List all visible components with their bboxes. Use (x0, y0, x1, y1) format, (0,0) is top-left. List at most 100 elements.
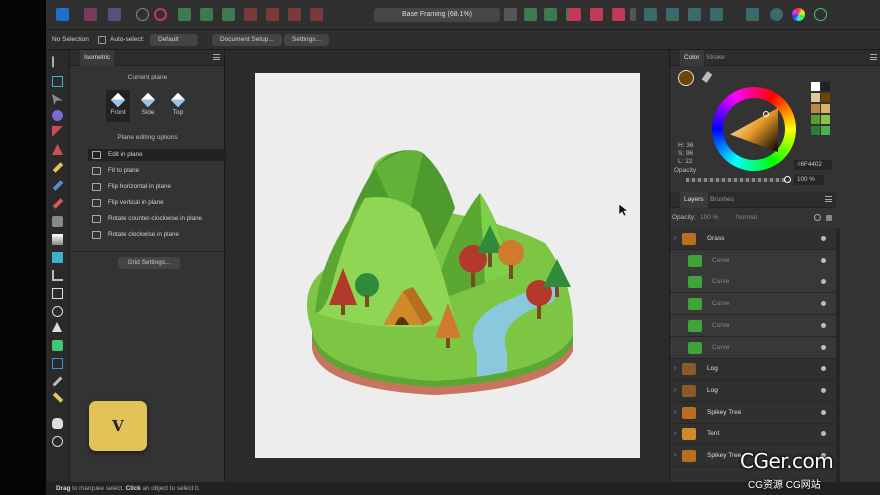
fit-to-plane-option[interactable]: Fit to plane (88, 165, 226, 177)
image-tool-icon[interactable] (52, 252, 63, 263)
artboard-tool-icon[interactable] (52, 76, 63, 87)
visibility-toggle-icon[interactable] (821, 344, 826, 350)
boolean-icon[interactable] (244, 8, 257, 21)
star-icon[interactable] (504, 8, 517, 21)
distribute-icon[interactable] (200, 8, 213, 21)
transparency-tool-icon[interactable] (52, 216, 63, 227)
snap-icon[interactable] (154, 8, 167, 21)
visibility-toggle-icon[interactable] (821, 409, 826, 415)
eyedropper-tool-icon[interactable] (52, 376, 63, 387)
color-picker-handle[interactable] (763, 111, 769, 117)
opacity-slider[interactable] (686, 178, 786, 182)
vector-brush-icon[interactable] (52, 180, 64, 191)
front-icon[interactable] (710, 8, 723, 21)
grid-settings-button[interactable]: Grid Settings... (118, 257, 180, 269)
visibility-toggle-icon[interactable] (821, 322, 826, 328)
chevron-right-icon[interactable]: › (674, 358, 676, 380)
gradient-tool-icon[interactable] (52, 234, 63, 245)
rectangle-tool-icon[interactable] (52, 288, 63, 299)
isolate-icon[interactable] (524, 8, 537, 21)
layer-row[interactable]: › Log (670, 358, 836, 381)
opacity-value-field[interactable]: 100 % (794, 175, 824, 185)
move-tool-icon[interactable] (52, 55, 63, 72)
layer-row[interactable]: › Spikey Tree (670, 402, 836, 424)
intersect-icon[interactable] (288, 8, 301, 21)
divide-icon[interactable] (310, 8, 323, 21)
tab-layers[interactable]: Layers (680, 192, 708, 208)
chevron-right-icon[interactable]: › (674, 445, 676, 467)
gear-icon[interactable] (136, 8, 149, 21)
flip-vertical-option[interactable]: Flip vertical in plane (88, 197, 226, 209)
layer-settings-gear-icon[interactable] (814, 214, 821, 221)
tab-stroke[interactable]: Stroke (702, 50, 729, 66)
triangle-tool-icon[interactable] (52, 322, 62, 332)
layer-row[interactable]: Curve (670, 249, 836, 272)
eyedropper-icon[interactable] (701, 71, 713, 83)
layer-opacity-value[interactable]: 100 % (700, 214, 718, 221)
arrange-icon[interactable] (222, 8, 235, 21)
visibility-toggle-icon[interactable] (821, 431, 826, 437)
document-title[interactable]: Base Framing (68.1%) (374, 8, 500, 22)
edit-in-plane-option[interactable]: Edit in plane (88, 149, 226, 161)
crop-tool-icon[interactable] (52, 270, 63, 281)
back-icon[interactable] (688, 8, 701, 21)
layer-row[interactable]: › Tent (670, 423, 836, 446)
layer-row[interactable]: Curve (670, 314, 836, 337)
layer-row[interactable]: Curve (670, 293, 836, 316)
settings-button[interactable]: Settings... (284, 34, 329, 46)
visibility-toggle-icon[interactable] (821, 257, 826, 263)
app-logo-icon[interactable] (56, 8, 69, 21)
plane-front-button[interactable]: Front (106, 90, 130, 122)
corner-tool-icon[interactable] (52, 126, 63, 137)
opacity-slider-handle[interactable] (784, 176, 791, 183)
lock-icon[interactable] (826, 215, 832, 221)
color-swatch[interactable] (821, 126, 830, 135)
export-persona-icon[interactable] (108, 8, 121, 21)
pencil-tool-icon[interactable] (52, 162, 64, 173)
auto-select-checkbox[interactable] (98, 36, 106, 44)
assistant-icon[interactable] (746, 8, 759, 21)
order-icon[interactable] (644, 8, 657, 21)
color-swatch[interactable] (811, 126, 820, 135)
chevron-right-icon[interactable]: › (674, 423, 676, 445)
color-swatch[interactable] (821, 93, 830, 102)
panel-menu-icon[interactable] (213, 54, 220, 60)
chevron-down-icon[interactable] (630, 8, 636, 21)
layer-row[interactable]: › Grass (670, 228, 836, 250)
fill-tool-icon[interactable] (52, 198, 64, 209)
pen-tool-icon[interactable] (52, 144, 63, 155)
zoom-tool-icon[interactable] (52, 436, 63, 447)
color-wheel-icon[interactable] (792, 8, 805, 21)
panel-menu-icon[interactable] (870, 54, 877, 60)
chat-icon[interactable] (770, 8, 783, 21)
tab-brushes[interactable]: Brushes (706, 192, 738, 208)
color-swatch[interactable] (811, 82, 820, 91)
auto-select-dropdown[interactable]: Default (150, 34, 198, 46)
isometric-island-illustration[interactable] (255, 73, 640, 458)
visibility-toggle-icon[interactable] (821, 301, 826, 307)
color-swatch[interactable] (811, 104, 820, 113)
fill-stroke-well[interactable] (678, 70, 694, 86)
tab-isometric[interactable]: Isometric (80, 50, 115, 66)
hex-field[interactable]: #6F4402 (794, 160, 832, 170)
plane-side-button[interactable]: Side (136, 90, 160, 122)
magnet-icon[interactable] (590, 8, 603, 21)
layers-scrollbar[interactable] (836, 228, 840, 482)
ruler-tool-icon[interactable] (52, 392, 64, 403)
color-swatch[interactable] (821, 115, 830, 124)
panel-menu-icon[interactable] (825, 196, 832, 202)
rotate-ccw-option[interactable]: Rotate counter-clockwise in plane (88, 213, 226, 225)
document-setup-button[interactable]: Document Setup... (212, 34, 282, 46)
shape-tool-icon[interactable] (52, 340, 63, 351)
subtract-icon[interactable] (266, 8, 279, 21)
layer-row[interactable]: › Log (670, 380, 836, 402)
text-tool-icon[interactable] (52, 358, 63, 369)
visibility-toggle-icon[interactable] (821, 366, 826, 372)
chevron-right-icon[interactable]: › (674, 380, 676, 402)
layer-row[interactable]: Curve (670, 271, 836, 294)
rotate-cw-option[interactable]: Rotate clockwise in plane (88, 229, 226, 241)
hand-tool-icon[interactable] (52, 418, 63, 429)
color-swatch[interactable] (811, 115, 820, 124)
chevron-right-icon[interactable]: › (674, 228, 676, 250)
ellipse-tool-icon[interactable] (52, 306, 63, 317)
